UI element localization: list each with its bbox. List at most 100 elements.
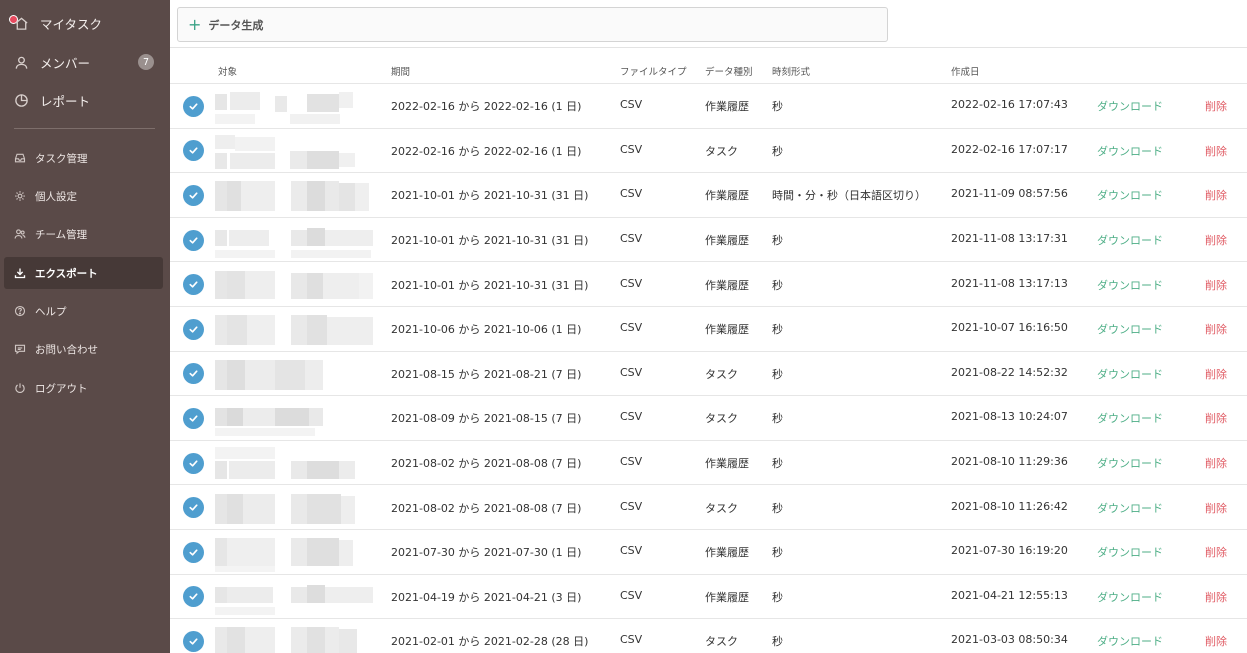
sidebar-item-label: チーム管理 <box>35 228 88 241</box>
download-link[interactable]: ダウンロード <box>1097 410 1163 426</box>
created-cell: 2021-07-30 16:19:20 <box>951 544 1068 558</box>
complete-check-icon <box>183 497 204 519</box>
column-header-data-type: データ種別 <box>705 67 753 78</box>
created-cell: 2021-03-03 08:50:34 <box>951 633 1068 647</box>
file-type-cell: CSV <box>620 142 643 156</box>
period-cell: 2021-08-15 から 2021-08-21 (7 日) <box>391 367 582 381</box>
download-icon <box>13 266 27 280</box>
table-row: 2021-08-15 から 2021-08-21 (7 日) CSV タスク 秒 202… <box>170 352 1247 397</box>
created-cell: 2021-08-22 14:52:32 <box>951 365 1068 379</box>
table-row: 2021-07-30 から 2021-07-30 (1 日) CSV 作業履歴 秒 20… <box>170 530 1247 575</box>
download-link[interactable]: ダウンロード <box>1097 455 1163 471</box>
target-redacted <box>215 621 373 653</box>
column-header-file-type: ファイルタイプ <box>620 67 687 78</box>
download-link[interactable]: ダウンロード <box>1097 187 1163 203</box>
delete-link[interactable]: 削除 <box>1205 143 1227 159</box>
sidebar-item-label: 個人設定 <box>35 190 77 203</box>
complete-check-icon <box>183 452 204 474</box>
data-type-cell: タスク <box>705 635 738 649</box>
time-format-cell: 秒 <box>772 278 783 292</box>
delete-link[interactable]: 削除 <box>1205 321 1227 337</box>
created-cell: 2021-11-08 13:17:31 <box>951 232 1068 246</box>
time-format-cell: 秒 <box>772 501 783 515</box>
table-header: 対象 期間 ファイルタイプ データ種別 時刻形式 作成日 <box>170 48 1247 84</box>
download-link[interactable]: ダウンロード <box>1097 633 1163 649</box>
column-header-target: 対象 <box>218 67 238 78</box>
sidebar-item-task-management[interactable]: タスク管理 <box>4 142 163 174</box>
download-link[interactable]: ダウンロード <box>1097 143 1163 159</box>
data-type-cell: タスク <box>705 367 738 381</box>
power-icon <box>13 381 27 395</box>
sidebar-item-export[interactable]: エクスポート <box>4 257 163 289</box>
table-row: 2021-08-02 から 2021-08-08 (7 日) CSV 作業履歴 秒 20… <box>170 441 1247 486</box>
delete-link[interactable]: 削除 <box>1205 500 1227 516</box>
target-redacted <box>215 175 373 215</box>
file-type-cell: CSV <box>620 588 643 602</box>
sidebar-divider <box>14 128 155 129</box>
download-link[interactable]: ダウンロード <box>1097 589 1163 605</box>
time-format-cell: 秒 <box>772 590 783 604</box>
table-row: 2021-02-01 から 2021-02-28 (28 日) CSV タスク 秒 20… <box>170 619 1247 653</box>
download-link[interactable]: ダウンロード <box>1097 366 1163 382</box>
data-type-cell: 作業履歴 <box>705 323 749 337</box>
target-redacted <box>215 577 373 617</box>
column-header-created: 作成日 <box>951 67 980 78</box>
download-link[interactable]: ダウンロード <box>1097 277 1163 293</box>
time-format-cell: 秒 <box>772 234 783 248</box>
delete-link[interactable]: 削除 <box>1205 232 1227 248</box>
delete-link[interactable]: 削除 <box>1205 98 1227 114</box>
complete-check-icon <box>183 229 204 251</box>
download-link[interactable]: ダウンロード <box>1097 321 1163 337</box>
download-link[interactable]: ダウンロード <box>1097 544 1163 560</box>
file-type-cell: CSV <box>620 98 643 112</box>
data-type-cell: 作業履歴 <box>705 278 749 292</box>
download-link[interactable]: ダウンロード <box>1097 232 1163 248</box>
delete-link[interactable]: 削除 <box>1205 633 1227 649</box>
target-redacted <box>215 131 373 171</box>
target-redacted <box>215 488 373 528</box>
delete-link[interactable]: 削除 <box>1205 410 1227 426</box>
table-row: 2021-10-01 から 2021-10-31 (31 日) CSV 作業履歴 秒 2… <box>170 262 1247 307</box>
period-cell: 2021-08-02 から 2021-08-08 (7 日) <box>391 457 582 471</box>
toolbar: + データ生成 <box>170 0 1247 48</box>
data-type-cell: 作業履歴 <box>705 457 749 471</box>
table-row: 2021-10-01 から 2021-10-31 (31 日) CSV 作業履歴 時間… <box>170 173 1247 218</box>
sidebar-item-report[interactable]: レポート <box>0 82 170 118</box>
sidebar-item-logout[interactable]: ログアウト <box>4 372 163 404</box>
download-link[interactable]: ダウンロード <box>1097 500 1163 516</box>
period-cell: 2021-10-01 から 2021-10-31 (31 日) <box>391 189 589 203</box>
created-cell: 2021-08-13 10:24:07 <box>951 410 1068 424</box>
column-header-period: 期間 <box>391 67 411 78</box>
delete-link[interactable]: 削除 <box>1205 277 1227 293</box>
delete-link[interactable]: 削除 <box>1205 589 1227 605</box>
sidebar-item-label: タスク管理 <box>35 152 88 165</box>
sidebar-item-my-tasks[interactable]: マイタスク <box>0 5 170 41</box>
sidebar-item-help[interactable]: ヘルプ <box>4 295 163 327</box>
sidebar-item-personal-settings[interactable]: 個人設定 <box>4 180 163 212</box>
created-cell: 2022-02-16 17:07:17 <box>951 142 1068 156</box>
sidebar-item-team-management[interactable]: チーム管理 <box>4 218 163 250</box>
time-format-cell: 秒 <box>772 100 783 114</box>
target-redacted <box>215 309 373 349</box>
member-count-badge: 7 <box>138 54 154 70</box>
created-cell: 2021-04-21 12:55:13 <box>951 588 1068 602</box>
period-cell: 2022-02-16 から 2022-02-16 (1 日) <box>391 144 582 158</box>
data-type-cell: 作業履歴 <box>705 546 749 560</box>
file-type-cell: CSV <box>620 187 643 201</box>
delete-link[interactable]: 削除 <box>1205 455 1227 471</box>
download-link[interactable]: ダウンロード <box>1097 98 1163 114</box>
sidebar-item-label: エクスポート <box>35 267 98 280</box>
file-type-cell: CSV <box>620 633 643 647</box>
file-type-cell: CSV <box>620 232 643 246</box>
delete-link[interactable]: 削除 <box>1205 544 1227 560</box>
sidebar-item-contact[interactable]: お問い合わせ <box>4 333 163 365</box>
complete-check-icon <box>183 630 204 652</box>
time-format-cell: 秒 <box>772 367 783 381</box>
sidebar-item-members[interactable]: メンバー 7 <box>0 44 170 80</box>
period-cell: 2021-10-06 から 2021-10-06 (1 日) <box>391 323 582 337</box>
sidebar-item-label: お問い合わせ <box>35 343 98 356</box>
delete-link[interactable]: 削除 <box>1205 187 1227 203</box>
generate-data-button[interactable]: + データ生成 <box>177 7 888 42</box>
created-cell: 2021-08-10 11:29:36 <box>951 455 1068 469</box>
delete-link[interactable]: 削除 <box>1205 366 1227 382</box>
